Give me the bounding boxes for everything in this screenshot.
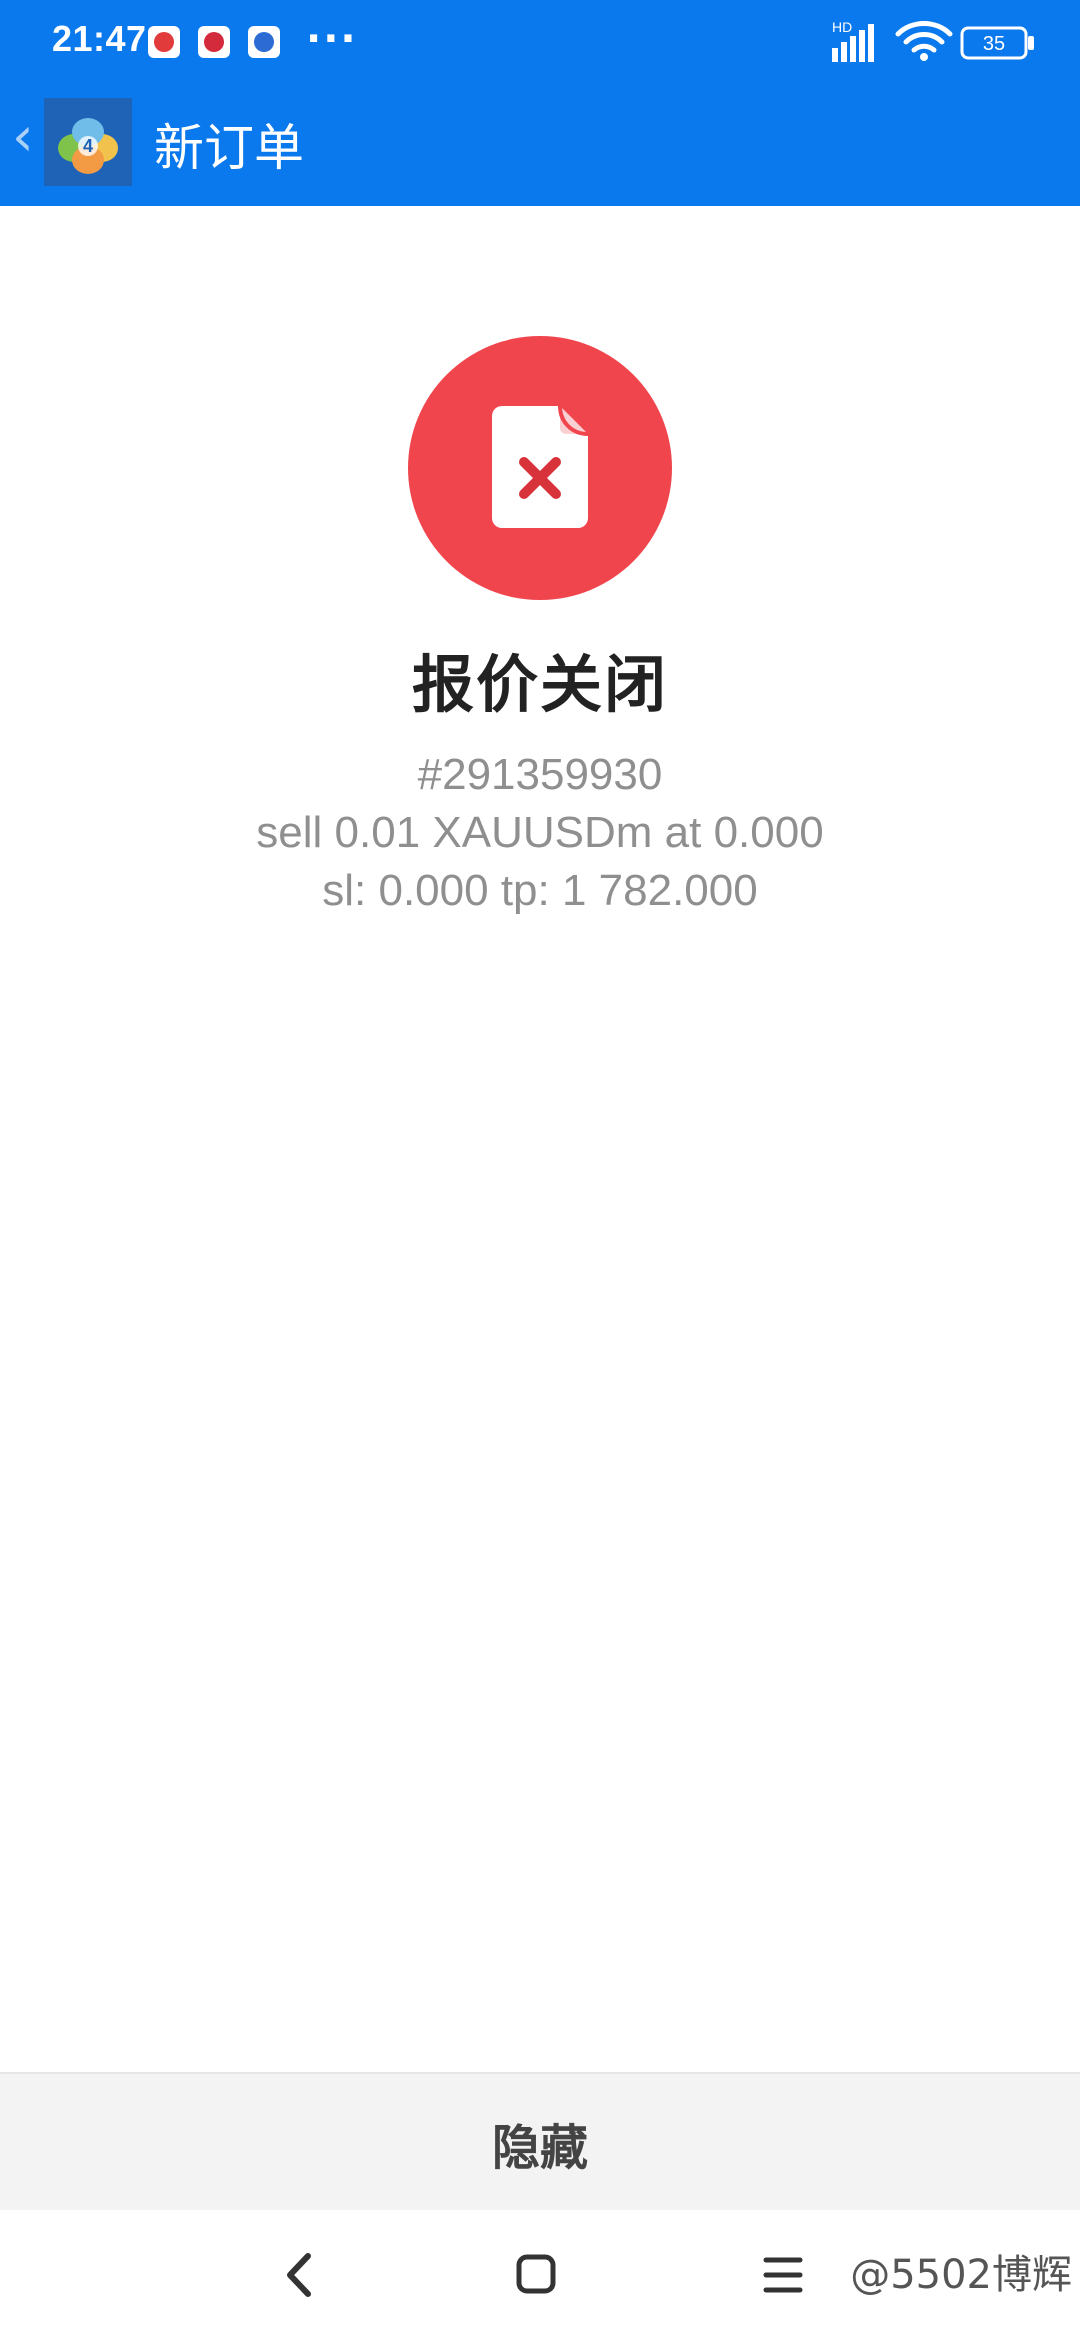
recents-nav-icon[interactable] <box>718 2210 838 2340</box>
status-bar: 21:47 ··· HD 35 <box>0 0 1080 86</box>
status-time: 21:47 <box>52 18 147 59</box>
more-notifications-indicator: ··· <box>306 16 358 62</box>
order-id: #291359930 <box>417 750 663 799</box>
top-bar: 21:47 ··· HD 35 ‹ 4 新订单 <box>0 0 1080 206</box>
hide-button[interactable]: 隐藏 <box>0 2074 1080 2212</box>
battery-icon: 35 <box>960 26 1034 60</box>
back-nav-icon[interactable] <box>238 2210 358 2340</box>
order-result-screen: 报价关闭 #291359930 sell 0.01 XAUUSDm at 0.0… <box>0 206 1080 2072</box>
result-title: 报价关闭 <box>411 648 668 721</box>
home-nav-icon[interactable] <box>476 2210 596 2340</box>
wifi-icon <box>895 21 953 61</box>
watermark-text: @5502博辉 <box>850 2252 1072 2298</box>
right-status-icons: HD 35 <box>830 18 1040 66</box>
back-button[interactable]: ‹ <box>12 110 34 164</box>
app-notification-icon <box>248 26 280 58</box>
sl-tp-line: sl: 0.000 tp: 1 782.000 <box>322 866 758 915</box>
metatrader-icon: 4 <box>44 98 132 186</box>
document-x-icon <box>408 336 672 600</box>
app-notification-icon <box>148 26 180 58</box>
app-bar: ‹ 4 新订单 <box>0 86 1080 206</box>
system-navigation-bar: @5502博辉 <box>0 2210 1080 2340</box>
order-details: #291359930 sell 0.01 XAUUSDm at 0.000 sl… <box>0 746 1080 920</box>
svg-text:4: 4 <box>83 136 93 156</box>
order-line: sell 0.01 XAUUSDm at 0.000 <box>256 808 824 857</box>
page-title: 新订单 <box>154 119 304 177</box>
app-notification-icon <box>198 26 230 58</box>
bottom-action-bar: 隐藏 <box>0 2072 1080 2210</box>
hd-label: HD <box>832 19 852 35</box>
signal-wifi-battery-icons: HD 35 <box>832 19 1034 62</box>
battery-level: 35 <box>983 33 1005 55</box>
